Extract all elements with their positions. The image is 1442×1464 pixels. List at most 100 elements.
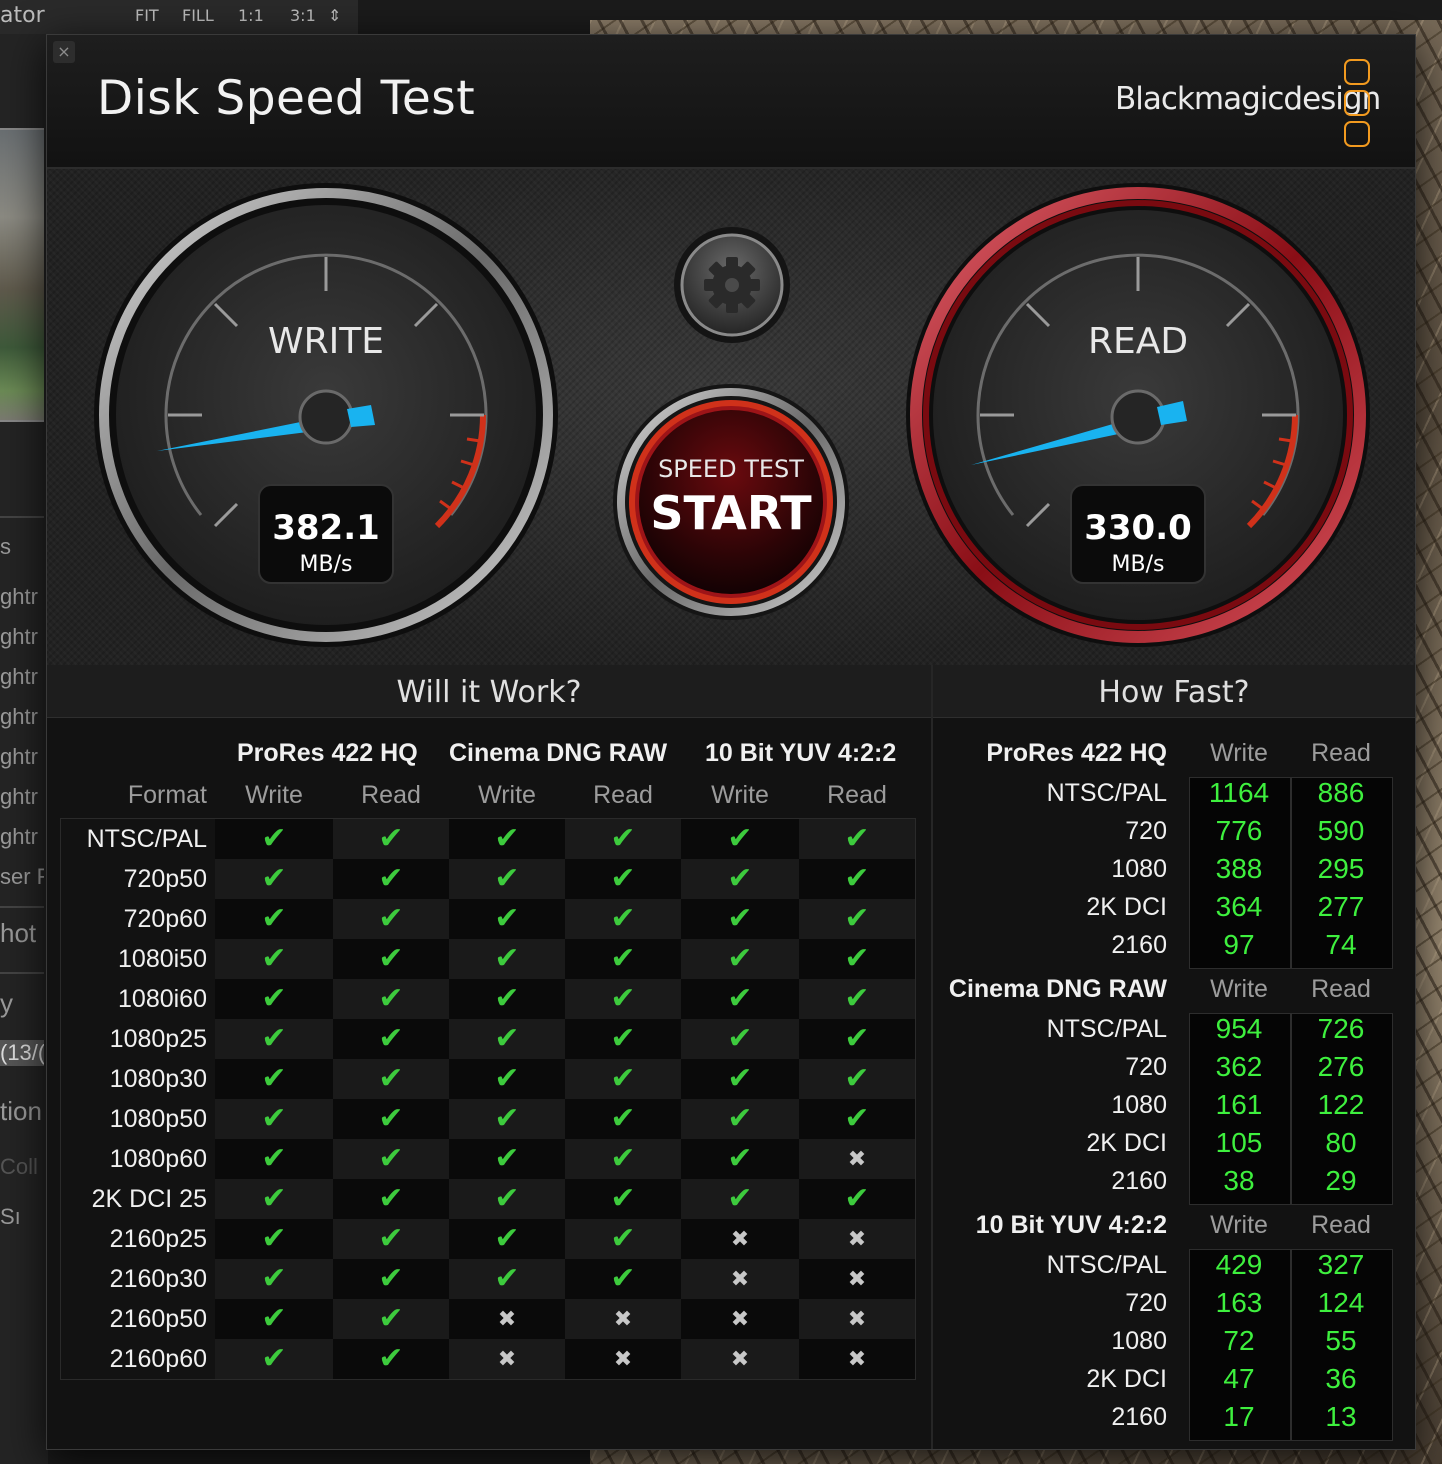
check-icon: ✔ bbox=[215, 1259, 333, 1299]
check-icon: ✔ bbox=[333, 1339, 449, 1379]
check-icon: ✔ bbox=[215, 1339, 333, 1379]
check-icon: ✔ bbox=[333, 979, 449, 1019]
how-fast-write-value: 429 bbox=[1215, 1249, 1263, 1280]
check-icon: ✔ bbox=[799, 1019, 915, 1059]
how-fast-read-value: 74 bbox=[1325, 929, 1357, 960]
check-icon: ✔ bbox=[565, 1019, 681, 1059]
bg-sidebar-text: ser F bbox=[0, 864, 44, 889]
how-fast-format-label: 2K DCI bbox=[1086, 893, 1167, 921]
table-row: 1080p60 ✔ ✔ ✔ ✔ ✔ ✖ bbox=[61, 1139, 915, 1179]
write-gauge-label: WRITE bbox=[268, 321, 384, 362]
gauge-area: WRITE 382.1 MB/s SPEED TEST START READ 3… bbox=[47, 169, 1415, 665]
check-icon: ✔ bbox=[565, 819, 681, 859]
write-needle-hub bbox=[298, 389, 354, 445]
how-fast-read-value: 13 bbox=[1325, 1401, 1357, 1432]
how-fast-format-label: NTSC/PAL bbox=[1046, 1251, 1167, 1279]
settings-button[interactable] bbox=[674, 227, 790, 343]
how-fast-format-label: 1080 bbox=[1111, 1327, 1167, 1355]
check-icon: ✔ bbox=[215, 1299, 333, 1339]
how-fast-write-value: 1164 bbox=[1208, 777, 1270, 808]
background-toolbar: ator FIT FILL 1:1 3:1 ⇕ bbox=[0, 0, 358, 35]
bg-sidebar-text: hot bbox=[0, 918, 37, 948]
panel-divider bbox=[931, 665, 933, 1449]
how-fast-group-title: Cinema DNG RAW bbox=[948, 975, 1167, 1003]
table-row: 2K DCI 25 ✔ ✔ ✔ ✔ ✔ ✔ bbox=[61, 1179, 915, 1219]
how-fast-read-header: Read bbox=[1311, 1211, 1371, 1239]
write-speed-unit: MB/s bbox=[300, 552, 353, 577]
bg-sidebar-text: ghtr bbox=[0, 704, 38, 729]
bg-sidebar-text: ghtr bbox=[0, 824, 38, 849]
how-fast-format-label: 720 bbox=[1125, 817, 1167, 845]
check-icon: ✔ bbox=[215, 819, 333, 859]
bg-zoom-stepper[interactable]: ⇕ bbox=[328, 6, 341, 25]
format-label: 1080p60 bbox=[109, 1145, 207, 1173]
how-fast-write-value: 38 bbox=[1223, 1165, 1255, 1196]
how-fast-write-value: 362 bbox=[1215, 1051, 1263, 1082]
check-icon: ✔ bbox=[681, 1099, 799, 1139]
sub-header-write: Write bbox=[478, 781, 536, 809]
will-it-work-table: NTSC/PAL ✔ ✔ ✔ ✔ ✔ ✔ 720p50 ✔ ✔ ✔ ✔ ✔ ✔ 720p60 ✔ ✔ ✔ ✔ ✔ ✔ 10… bbox=[60, 818, 916, 1380]
check-icon: ✔ bbox=[565, 1219, 681, 1259]
bg-sidebar-text: (13/( bbox=[0, 1040, 44, 1066]
format-label: 1080p25 bbox=[109, 1025, 207, 1053]
check-icon: ✔ bbox=[681, 899, 799, 939]
check-icon: ✔ bbox=[333, 1099, 449, 1139]
check-icon: ✔ bbox=[333, 1059, 449, 1099]
start-button[interactable]: SPEED TEST START bbox=[613, 384, 849, 620]
how-fast-format-label: 2K DCI bbox=[1086, 1129, 1167, 1157]
check-icon: ✔ bbox=[449, 1059, 565, 1099]
table-row: 720p60 ✔ ✔ ✔ ✔ ✔ ✔ bbox=[61, 899, 915, 939]
start-button-subtitle: SPEED TEST bbox=[658, 455, 804, 483]
write-speed-value: 382.1 bbox=[272, 508, 380, 548]
read-speed-value: 330.0 bbox=[1084, 508, 1192, 548]
table-row: 2160p30 ✔ ✔ ✔ ✔ ✖ ✖ bbox=[61, 1259, 915, 1299]
check-icon: ✔ bbox=[449, 1099, 565, 1139]
check-icon: ✔ bbox=[215, 899, 333, 939]
check-icon: ✔ bbox=[565, 1259, 681, 1299]
how-fast-write-value: 364 bbox=[1215, 891, 1263, 922]
how-fast-format-label: 2K DCI bbox=[1086, 1365, 1167, 1393]
bg-sidebar-text: ghtr bbox=[0, 744, 38, 769]
bg-fill-button[interactable]: FILL bbox=[182, 6, 214, 25]
check-icon: ✔ bbox=[565, 1179, 681, 1219]
table-row: 2160p50 ✔ ✔ ✖ ✖ ✖ ✖ bbox=[61, 1299, 915, 1339]
how-fast-write-value: 388 bbox=[1215, 853, 1263, 884]
close-button[interactable]: × bbox=[53, 41, 75, 63]
read-gauge: READ 330.0 MB/s bbox=[906, 183, 1370, 647]
check-icon: ✔ bbox=[215, 1059, 333, 1099]
start-button-label: START bbox=[650, 486, 812, 540]
check-icon: ✔ bbox=[333, 1139, 449, 1179]
cross-icon: ✖ bbox=[565, 1299, 681, 1339]
bg-1to1-button[interactable]: 1:1 bbox=[238, 6, 264, 25]
sub-header-read: Read bbox=[593, 781, 653, 809]
check-icon: ✔ bbox=[681, 979, 799, 1019]
how-fast-read-value: 277 bbox=[1317, 891, 1365, 922]
background-thumbnail bbox=[0, 128, 44, 422]
gear-icon bbox=[704, 257, 760, 313]
read-speed-unit: MB/s bbox=[1112, 552, 1165, 577]
results-panel: Will it Work? How Fast? ProRes 422 HQ Ci… bbox=[47, 665, 1415, 1449]
how-fast-read-value: 886 bbox=[1317, 777, 1365, 808]
read-gauge-label: READ bbox=[1088, 321, 1188, 362]
bg-sidebar-text: ghtr bbox=[0, 784, 38, 809]
how-fast-write-header: Write bbox=[1210, 739, 1268, 767]
bg-fit-button[interactable]: FIT bbox=[135, 6, 159, 25]
will-it-work-header: Will it Work? bbox=[47, 665, 931, 718]
bg-sidebar-text: ghtr bbox=[0, 664, 38, 689]
cross-icon: ✖ bbox=[449, 1299, 565, 1339]
how-fast-format-label: NTSC/PAL bbox=[1046, 1015, 1167, 1043]
check-icon: ✔ bbox=[449, 1219, 565, 1259]
check-icon: ✔ bbox=[681, 859, 799, 899]
how-fast-group-title: 10 Bit YUV 4:2:2 bbox=[975, 1211, 1167, 1239]
gauges-svg: WRITE 382.1 MB/s SPEED TEST START READ 3… bbox=[94, 183, 1370, 647]
how-fast-format-label: 2160 bbox=[1111, 1167, 1167, 1195]
how-fast-title: How Fast? bbox=[1098, 675, 1250, 710]
bg-sidebar-text: ghtr bbox=[0, 624, 38, 649]
table-row: 2160p25 ✔ ✔ ✔ ✔ ✖ ✖ bbox=[61, 1219, 915, 1259]
bg-3to1-button[interactable]: 3:1 bbox=[290, 6, 316, 25]
format-label: 2160p60 bbox=[109, 1345, 207, 1373]
format-label: 1080p30 bbox=[109, 1065, 207, 1093]
bg-sidebar-text: y bbox=[0, 988, 13, 1018]
format-label: 2160p25 bbox=[109, 1225, 207, 1253]
check-icon: ✔ bbox=[449, 939, 565, 979]
